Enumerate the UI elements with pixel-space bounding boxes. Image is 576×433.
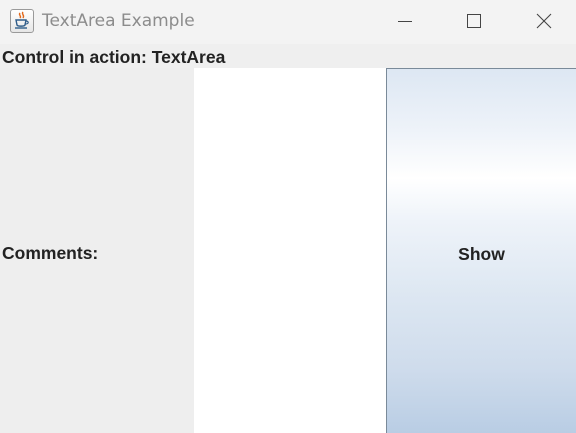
- close-button[interactable]: [521, 0, 567, 44]
- comments-textarea[interactable]: [194, 68, 386, 433]
- show-button-label: Show: [458, 244, 505, 264]
- app-window: TextArea Example Control in action: Text…: [0, 0, 576, 433]
- control-header-label: Control in action: TextArea: [2, 47, 226, 67]
- show-button[interactable]: Show: [386, 68, 576, 433]
- maximize-icon: [467, 14, 481, 28]
- window-title: TextArea Example: [42, 11, 195, 31]
- maximize-button[interactable]: [451, 0, 497, 44]
- minimize-icon: [398, 21, 412, 22]
- minimize-button[interactable]: [382, 0, 428, 44]
- java-coffee-cup-icon: [10, 9, 34, 33]
- title-bar[interactable]: TextArea Example: [0, 0, 576, 44]
- close-icon: [536, 13, 552, 29]
- comments-label: Comments:: [2, 243, 99, 263]
